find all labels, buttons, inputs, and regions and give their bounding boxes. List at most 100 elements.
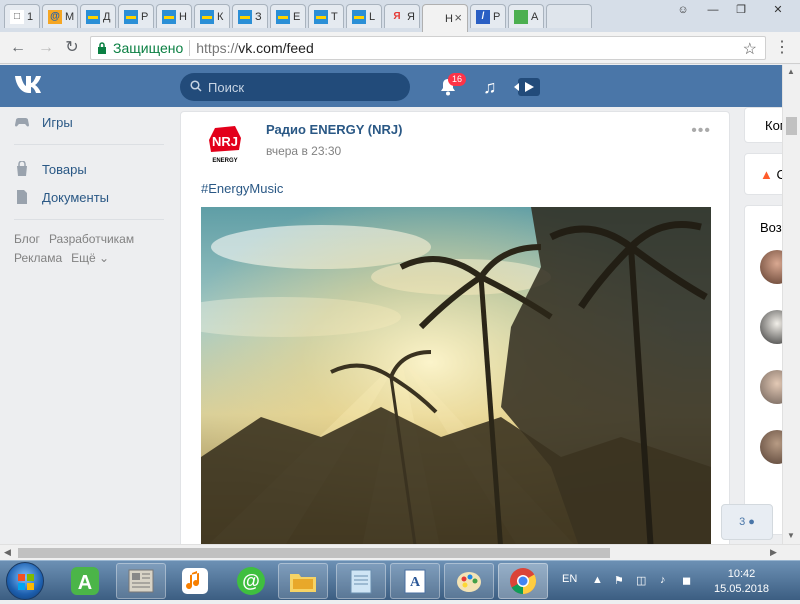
close-window-button[interactable]: ✕: [760, 2, 796, 18]
scroll-up-arrow-icon[interactable]: ▲: [787, 67, 795, 76]
suggested-person-avatar[interactable]: [760, 370, 782, 404]
page-icon: □: [10, 9, 24, 24]
post-author-avatar[interactable]: NRJ ENERGY: [205, 122, 245, 164]
footer-link-blog[interactable]: Блог: [14, 230, 40, 249]
browser-tab-label: Е: [293, 10, 301, 23]
post-options-icon[interactable]: •••: [691, 122, 711, 140]
video-play-icon[interactable]: [514, 77, 540, 97]
taskbar-paint-icon[interactable]: [444, 563, 494, 599]
right-card-title: Воз: [760, 220, 782, 235]
browser-toolbar: ← → ↻ Защищено https:// vk.com/feed ☆ ⋮: [0, 32, 800, 64]
scroll-down-arrow-icon[interactable]: ▼: [787, 531, 795, 540]
action-center-flag-icon[interactable]: ⚑: [614, 574, 628, 588]
browser-tab-label: Р: [141, 10, 149, 23]
browser-menu-icon[interactable]: ⋮: [772, 38, 792, 58]
taskbar-chrome-icon[interactable]: [498, 563, 548, 599]
nav-item-documents[interactable]: Документы: [14, 183, 164, 211]
clock-time: 10:42: [727, 568, 756, 580]
browser-tab[interactable]: ▬ Е: [270, 4, 306, 28]
post-time[interactable]: вчера в 23:30: [266, 144, 341, 158]
suggested-person-avatar[interactable]: [760, 250, 782, 284]
tray-app-icon[interactable]: ◼: [682, 574, 696, 588]
browser-tab[interactable]: □ 1: [4, 4, 40, 28]
suggested-person-avatar[interactable]: [760, 310, 782, 344]
browser-tab[interactable]: ▬ Д: [80, 4, 116, 28]
nav-item-games[interactable]: Игры: [14, 108, 164, 136]
minimize-button[interactable]: —: [702, 2, 724, 18]
card-icon: ▬: [314, 9, 328, 24]
browser-tab-label: 1: [27, 10, 34, 23]
vk-search-input[interactable]: Поиск: [180, 73, 410, 101]
vk-logo[interactable]: [14, 73, 48, 99]
right-card-menu[interactable]: Ком: [744, 107, 782, 143]
network-icon[interactable]: ◫: [636, 574, 650, 588]
post-hashtag[interactable]: #EnergyMusic: [201, 181, 283, 196]
footer-link-ads[interactable]: Реклама: [14, 249, 62, 268]
browser-tab[interactable]: ▬ L: [346, 4, 382, 28]
browser-tab[interactable]: @ M: [42, 4, 78, 28]
user-profile-icon[interactable]: ☺: [672, 2, 694, 18]
browser-tab-label: З: [255, 10, 262, 23]
taskbar-mail-agent-icon[interactable]: @: [226, 563, 276, 599]
taskbar-news-icon[interactable]: [116, 563, 166, 599]
browser-tab-label: Д: [103, 10, 111, 23]
green-square-icon: [514, 9, 528, 24]
bookmark-star-icon[interactable]: ☆: [743, 39, 757, 59]
clock[interactable]: 10:42 15.05.2018: [714, 567, 769, 597]
post-image[interactable]: [201, 207, 711, 544]
browser-tab[interactable]: ▬ Р: [118, 4, 154, 28]
restore-button[interactable]: ❐: [730, 2, 752, 18]
show-hidden-icons-icon[interactable]: ▲: [592, 574, 606, 588]
yandex-icon: Я: [393, 10, 401, 22]
horizontal-scroll-thumb[interactable]: [18, 548, 610, 558]
horizontal-scrollbar[interactable]: ◀ ▶: [0, 544, 800, 560]
card-icon: ▬: [86, 9, 100, 24]
volume-icon[interactable]: ♪: [660, 574, 674, 588]
taskbar-explorer-icon[interactable]: [278, 563, 328, 599]
chat-widget-button[interactable]: 3 ●: [721, 504, 773, 540]
language-indicator[interactable]: EN: [562, 573, 577, 585]
browser-tab[interactable]: ▬ Н: [156, 4, 192, 28]
document-icon: [14, 189, 30, 205]
vertical-scroll-thumb[interactable]: [786, 117, 797, 135]
address-bar[interactable]: Защищено https:// vk.com/feed ☆: [90, 36, 766, 60]
taskbar-notepad-icon[interactable]: [336, 563, 386, 599]
back-button[interactable]: ←: [8, 38, 28, 58]
fire-icon: ▲: [760, 167, 773, 182]
scroll-left-arrow-icon[interactable]: ◀: [4, 547, 11, 558]
post-author-name[interactable]: Радио ENERGY (NRJ): [266, 122, 402, 137]
vertical-scrollbar[interactable]: ▲ ▼: [782, 65, 800, 544]
svg-text:@: @: [242, 571, 260, 591]
browser-tab-label: Н: [179, 10, 187, 23]
vk-icon: [428, 12, 442, 26]
vk-header: Поиск 16 ♫: [0, 65, 782, 107]
browser-tab[interactable]: ▬ К: [194, 4, 230, 28]
secure-indicator[interactable]: Защищено: [91, 40, 183, 56]
browser-tab[interactable]: Н ×: [422, 4, 468, 32]
new-tab-button[interactable]: [546, 4, 592, 28]
url-separator: [189, 40, 191, 56]
taskbar-music-icon[interactable]: [170, 563, 220, 599]
lock-icon: [98, 42, 106, 54]
card-icon: ▬: [238, 9, 252, 24]
browser-tab[interactable]: / Р: [470, 4, 506, 28]
right-card-stories[interactable]: ▲ С: [744, 153, 782, 195]
right-card-text: Ком: [765, 118, 782, 133]
reload-button[interactable]: ↻: [62, 38, 82, 58]
forward-button[interactable]: →: [36, 38, 56, 58]
taskbar-wordpad-icon[interactable]: A: [390, 563, 440, 599]
scroll-right-arrow-icon[interactable]: ▶: [770, 547, 777, 558]
music-icon[interactable]: ♫: [483, 77, 503, 97]
footer-link-more[interactable]: Ещё ⌄: [71, 249, 109, 268]
close-tab-icon[interactable]: ×: [454, 10, 462, 25]
browser-tab[interactable]: ▬ Т: [308, 4, 344, 28]
footer-link-developers[interactable]: Разработчикам: [49, 230, 134, 249]
browser-tab[interactable]: ЯЯ: [384, 4, 420, 28]
taskbar-app-launcher-icon[interactable]: A: [60, 563, 110, 599]
browser-tab[interactable]: ▬ З: [232, 4, 268, 28]
start-button-icon[interactable]: [6, 562, 44, 600]
nav-item-goods[interactable]: Товары: [14, 155, 164, 183]
suggested-person-avatar[interactable]: [760, 430, 782, 464]
browser-tab-label: Я: [407, 10, 415, 23]
browser-tab[interactable]: А: [508, 4, 544, 28]
